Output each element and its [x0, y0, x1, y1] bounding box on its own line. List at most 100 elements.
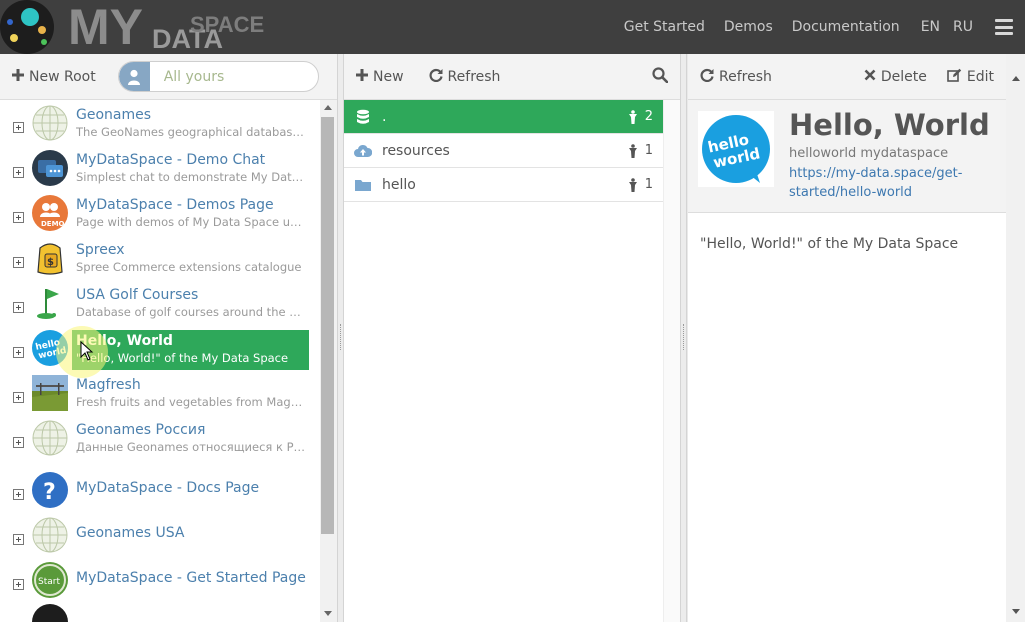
details-url-link[interactable]: https://my-data.space/get- started/hello… — [789, 164, 979, 202]
roots-search[interactable] — [117, 61, 319, 92]
tree-item-geonames-usa[interactable]: Geonames USA — [0, 508, 320, 553]
globe-icon — [32, 517, 68, 553]
roots-panel: New Root Geonames The GeoNames geographi… — [0, 54, 337, 622]
details-description: "Hello, World!" of the My Data Space — [700, 236, 959, 252]
tree-item-hello-world[interactable]: hello world Hello, World "Hello, World!" … — [0, 328, 320, 373]
mydataspace-logo-icon — [32, 604, 68, 622]
mydataspace-logo[interactable]: MY DATA SPACE — [0, 0, 290, 54]
resources-scroll-area — [663, 100, 680, 622]
person-icon — [628, 143, 637, 158]
new-button[interactable]: New — [356, 68, 404, 85]
expand-icon[interactable] — [13, 437, 24, 448]
details-url-line-2: started/hello-world — [789, 185, 913, 200]
hamburger-menu-icon[interactable] — [995, 19, 1013, 35]
tree-item-desc: Данные Geonames относящиеся к Рос... — [76, 440, 306, 454]
demo-icon: DEMO — [32, 195, 68, 231]
expand-icon[interactable] — [13, 167, 24, 178]
details-header: hello world Hello, World helloworld myda… — [688, 100, 1006, 213]
expand-icon[interactable] — [13, 534, 24, 545]
new-root-label: New Root — [29, 68, 96, 85]
roots-scrollbar[interactable] — [320, 100, 337, 622]
globe-icon — [32, 105, 68, 141]
edit-label: Edit — [966, 68, 994, 85]
plus-icon — [356, 68, 368, 85]
resource-row-root[interactable]: . 2 — [344, 100, 663, 134]
expand-icon[interactable] — [13, 302, 24, 313]
tree-item-desc: Spree Commerce extensions catalogue — [76, 260, 302, 274]
scroll-up-icon[interactable] — [324, 105, 332, 110]
refresh-button[interactable]: Refresh — [429, 68, 501, 86]
resource-label: hello — [382, 176, 416, 193]
tree-item-demo-chat[interactable]: MyDataSpace - Demo Chat Simplest chat to… — [0, 148, 320, 193]
resource-row-hello[interactable]: hello 1 — [344, 168, 663, 202]
lang-en[interactable]: EN — [921, 19, 940, 35]
expand-icon[interactable] — [13, 489, 24, 500]
roots-toolbar: New Root — [0, 54, 337, 100]
panel-splitter-left[interactable] — [337, 54, 344, 622]
expand-icon[interactable] — [13, 579, 24, 590]
scroll-down-icon[interactable] — [1012, 609, 1020, 614]
tree-item-desc: "Hello, World!" of the My Data Space — [76, 351, 289, 365]
tree-item-title: Geonames USA — [76, 525, 185, 541]
tree-item-geonames[interactable]: Geonames The GeoNames geographical datab… — [0, 103, 320, 148]
refresh-icon — [429, 68, 443, 86]
details-refresh-button[interactable]: Refresh — [700, 68, 772, 86]
lang-ru[interactable]: RU — [953, 19, 973, 35]
tree-item-docs-page[interactable]: ? MyDataSpace - Docs Page — [0, 463, 320, 508]
expand-icon[interactable] — [13, 212, 24, 223]
details-refresh-label: Refresh — [719, 68, 772, 85]
tree-item-desc: Page with demos of My Data Space usage — [76, 215, 306, 229]
plus-icon — [12, 68, 24, 85]
nav-documentation[interactable]: Documentation — [792, 19, 900, 35]
tree-item-get-started-page[interactable]: Start MyDataSpace - Get Started Page — [0, 553, 320, 598]
resources-panel: New Refresh . 2 resources 1 hello 1 — [344, 54, 680, 622]
tree-item-demos-page[interactable]: DEMO MyDataSpace - Demos Page Page with … — [0, 193, 320, 238]
details-panel: Refresh Delete Edit hello world Hello, W… — [688, 54, 1025, 622]
resource-row-resources[interactable]: resources 1 — [344, 134, 663, 168]
resource-label: resources — [382, 142, 450, 159]
new-root-button[interactable]: New Root — [12, 68, 96, 85]
expand-icon[interactable] — [13, 257, 24, 268]
scroll-thumb[interactable] — [321, 117, 334, 534]
nav-get-started[interactable]: Get Started — [624, 19, 705, 35]
details-scrollbar[interactable] — [1006, 54, 1025, 622]
refresh-label: Refresh — [447, 68, 501, 85]
tree-item-title: USA Golf Courses — [76, 287, 199, 303]
scroll-down-icon[interactable] — [324, 611, 332, 616]
tree-item-desc: Database of golf courses around the W... — [76, 305, 306, 319]
tree-item-magfresh[interactable]: Magfresh Fresh fruits and vegetables fro… — [0, 373, 320, 418]
folder-icon — [355, 179, 371, 191]
scroll-up-icon[interactable] — [1012, 76, 1020, 81]
expand-icon[interactable] — [13, 122, 24, 133]
tree-item-title: MyDataSpace - Get Started Page — [76, 570, 306, 586]
tree-item-geonames-russia[interactable]: Geonames Россия Данные Geonames относящи… — [0, 418, 320, 463]
resource-count: 1 — [644, 177, 653, 192]
tree-item-usa-golf-courses[interactable]: USA Golf Courses Database of golf course… — [0, 283, 320, 328]
tree-item-title: MyDataSpace - Demos Page — [76, 197, 274, 213]
delete-label: Delete — [880, 68, 927, 85]
resource-label: . — [382, 108, 387, 125]
nav-links: Get Started Demos Documentation EN RU — [624, 0, 1025, 54]
panel-splitter-right[interactable] — [680, 54, 687, 622]
expand-icon[interactable] — [13, 347, 24, 358]
expand-icon[interactable] — [13, 392, 24, 403]
question-icon: ? — [32, 472, 68, 508]
delete-button[interactable]: Delete — [864, 69, 927, 85]
svg-text:?: ? — [43, 480, 56, 505]
search-input[interactable] — [149, 68, 310, 85]
user-icon — [118, 62, 150, 91]
new-label: New — [373, 68, 404, 85]
resource-count: 1 — [644, 143, 653, 158]
nav-demos[interactable]: Demos — [724, 19, 773, 35]
tree-item-desc: The GeoNames geographical database c... — [76, 125, 306, 139]
tree-item-desc: Simplest chat to demonstrate My Data ... — [76, 170, 306, 184]
tree-item-title: MyDataSpace - Docs Page — [76, 480, 260, 496]
tree-item-spreex[interactable]: $ Spreex Spree Commerce extensions catal… — [0, 238, 320, 283]
search-icon[interactable] — [652, 66, 669, 87]
details-title: Hello, World — [789, 108, 990, 142]
details-toolbar: Refresh Delete Edit — [688, 54, 1006, 100]
resource-count: 2 — [644, 109, 653, 124]
tree-item-title: Geonames Россия — [76, 422, 206, 438]
edit-button[interactable]: Edit — [947, 68, 994, 86]
close-icon — [864, 69, 876, 85]
